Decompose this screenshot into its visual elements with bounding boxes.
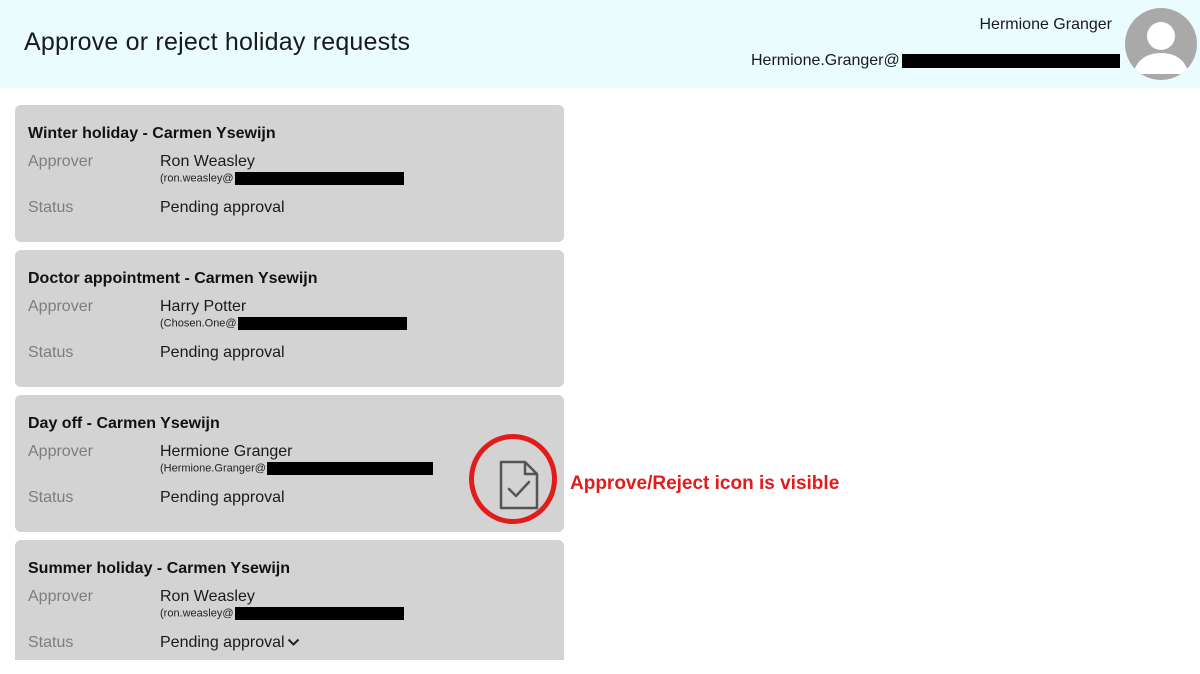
redaction-bar [234,607,404,620]
user-email: Hermione.Granger@ [751,52,1120,70]
status-value: Pending approval [160,489,285,506]
approver-label: Approver [28,153,93,170]
approver-name: Harry Potter [160,298,247,315]
approver-label: Approver [28,298,93,315]
approver-name: Ron Weasley [160,588,255,605]
redaction-bar [234,172,404,185]
status-value-text: Pending approval [160,634,285,652]
chevron-down-icon[interactable] [287,634,300,652]
request-title: Winter holiday - Carmen Ysewijn [28,125,276,142]
page-header: Approve or reject holiday requests Hermi… [0,0,1200,88]
approver-email-text: (Chosen.One@ [160,317,237,330]
page-title: Approve or reject holiday requests [24,28,411,56]
approver-email-text: (Hermione.Granger@ [160,462,266,475]
approver-email-text: (ron.weasley@ [160,172,234,185]
user-name: Hermione Granger [979,16,1113,33]
approver-email: (ron.weasley@ [160,172,404,185]
approver-email-text: (ron.weasley@ [160,607,234,620]
status-label: Status [28,199,74,216]
approver-label: Approver [28,443,93,460]
status-label: Status [28,344,74,361]
redaction-bar [266,462,433,475]
status-value: Pending approval [160,344,285,361]
request-gallery[interactable]: Winter holiday - Carmen Ysewijn Approver… [15,105,564,660]
approver-email: (Hermione.Granger@ [160,462,433,475]
status-label: Status [28,489,74,506]
request-title: Summer holiday - Carmen Ysewijn [28,560,291,577]
user-email-text: Hermione.Granger@ [751,52,900,69]
approver-name: Hermione Granger [160,443,293,460]
avatar[interactable] [1125,8,1197,80]
annotation-label: Approve/Reject icon is visible [570,473,840,494]
request-card[interactable]: Doctor appointment - Carmen Ysewijn Appr… [15,250,564,387]
approver-email: (ron.weasley@ [160,607,404,620]
status-value: Pending approval [160,199,285,216]
approver-label: Approver [28,588,93,605]
redaction-bar [237,317,407,330]
redaction-bar [901,53,1120,68]
approver-name: Ron Weasley [160,153,255,170]
request-card[interactable]: Winter holiday - Carmen Ysewijn Approver… [15,105,564,242]
request-title: Doctor appointment - Carmen Ysewijn [28,270,318,287]
status-value: Pending approval [160,634,300,652]
request-card[interactable]: Summer holiday - Carmen Ysewijn Approver… [15,540,564,660]
highlight-circle [469,434,557,524]
approver-email: (Chosen.One@ [160,317,407,330]
user-icon [1133,22,1189,74]
status-label: Status [28,634,74,651]
request-title: Day off - Carmen Ysewijn [28,415,220,432]
